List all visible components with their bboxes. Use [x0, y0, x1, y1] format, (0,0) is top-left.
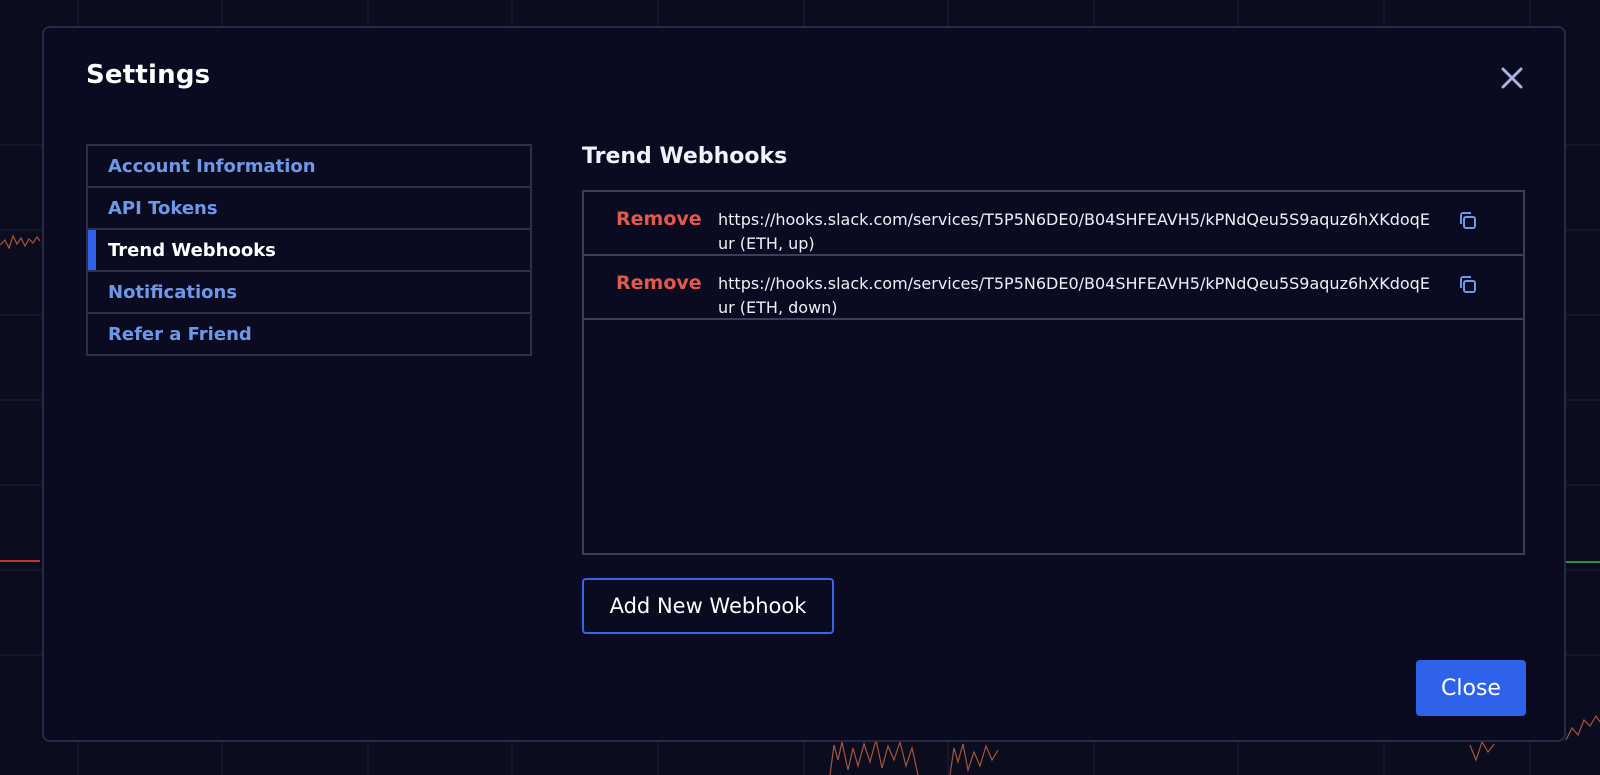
- settings-dialog: Settings Account Information API Tokens …: [42, 26, 1566, 742]
- sidebar-item-label: Account Information: [108, 155, 316, 177]
- add-new-webhook-button[interactable]: Add New Webhook: [582, 578, 834, 634]
- settings-sidebar: Account Information API Tokens Trend Web…: [86, 144, 532, 356]
- sidebar-item-account-information[interactable]: Account Information: [88, 146, 530, 188]
- close-button[interactable]: Close: [1416, 660, 1526, 716]
- webhook-row: Remove https://hooks.slack.com/services/…: [584, 192, 1523, 256]
- copy-icon[interactable]: [1457, 210, 1479, 232]
- webhook-list: Remove https://hooks.slack.com/services/…: [582, 190, 1525, 555]
- remove-button[interactable]: Remove: [616, 208, 702, 230]
- sidebar-item-api-tokens[interactable]: API Tokens: [88, 188, 530, 230]
- copy-icon[interactable]: [1457, 274, 1479, 296]
- sidebar-item-label: API Tokens: [108, 197, 218, 219]
- webhook-url: https://hooks.slack.com/services/T5P5N6D…: [718, 210, 1430, 253]
- sidebar-item-label: Refer a Friend: [108, 323, 252, 345]
- webhook-url: https://hooks.slack.com/services/T5P5N6D…: [718, 274, 1430, 317]
- dialog-title: Settings: [86, 60, 211, 90]
- sidebar-item-label: Trend Webhooks: [108, 239, 276, 261]
- close-icon[interactable]: [1498, 64, 1526, 92]
- sidebar-item-refer-a-friend[interactable]: Refer a Friend: [88, 314, 530, 356]
- webhook-row: Remove https://hooks.slack.com/services/…: [584, 256, 1523, 320]
- remove-button[interactable]: Remove: [616, 272, 702, 294]
- section-title: Trend Webhooks: [582, 144, 788, 169]
- sidebar-item-trend-webhooks[interactable]: Trend Webhooks: [88, 230, 530, 272]
- sidebar-item-notifications[interactable]: Notifications: [88, 272, 530, 314]
- sidebar-item-label: Notifications: [108, 281, 238, 303]
